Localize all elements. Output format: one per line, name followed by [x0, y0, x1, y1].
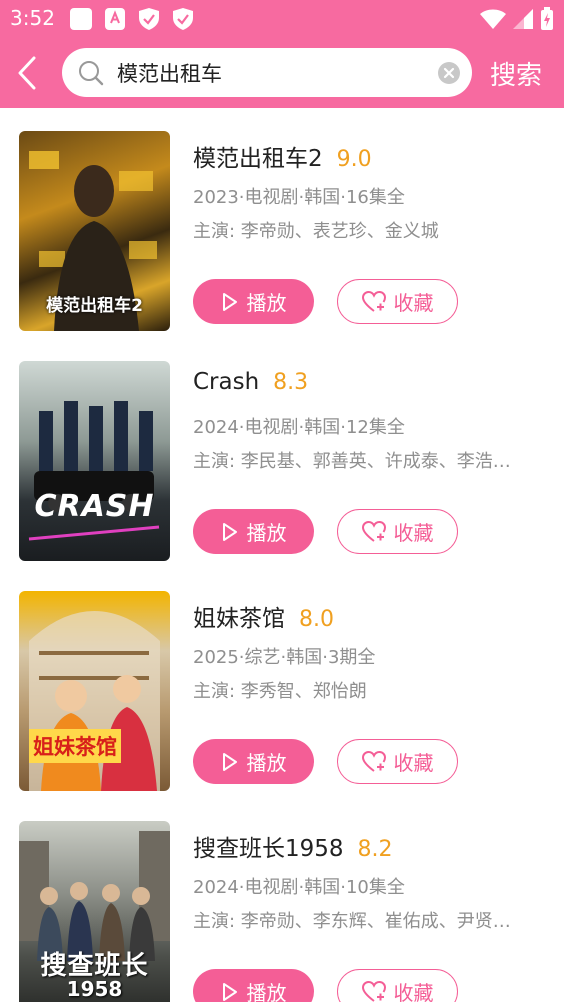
notification-icon: [70, 8, 92, 30]
item-cast: 主演: 李秀智、郑怡朗: [193, 681, 367, 702]
favorite-label: 收藏: [393, 981, 434, 1002]
header-bar: 3:52 模范出租车 搜索: [0, 0, 564, 108]
status-time: 3:52: [10, 6, 55, 30]
play-label: 播放: [246, 981, 287, 1002]
search-input[interactable]: [117, 48, 417, 97]
item-title[interactable]: 搜查班长1958: [193, 829, 344, 863]
item-title[interactable]: 姐妹茶馆: [193, 599, 285, 633]
poster-image[interactable]: 模范出租车2: [19, 131, 170, 331]
signal-icon: [513, 9, 533, 29]
list-item[interactable]: 搜查班长 1958 搜查班长1958 8.2 2024·电视剧·韩国·10集全 …: [0, 821, 564, 1002]
item-title[interactable]: Crash: [193, 369, 259, 395]
item-meta: 2025·综艺·韩国·3期全: [193, 647, 376, 668]
item-cast: 主演: 李民基、郭善英、许成泰、李浩…: [193, 451, 511, 472]
app-notification-icon: [105, 8, 125, 30]
favorite-button[interactable]: 收藏: [337, 279, 458, 324]
poster-image[interactable]: CRASH: [19, 361, 170, 561]
status-bar: 3:52: [0, 0, 564, 38]
battery-icon: [541, 7, 553, 30]
title-row: 搜查班长1958 8.2: [193, 829, 393, 863]
list-item[interactable]: 模范出租车2 模范出租车2 9.0 2023·电视剧·韩国·16集全 主演: 李…: [0, 131, 564, 331]
favorite-button[interactable]: 收藏: [337, 969, 458, 1002]
heart-add-icon: [361, 290, 386, 312]
list-item[interactable]: 姐妹茶馆 姐妹茶馆 8.0 2025·综艺·韩国·3期全 主演: 李秀智、郑怡朗…: [0, 591, 564, 791]
play-label: 播放: [246, 751, 287, 775]
play-icon: [222, 522, 237, 541]
poster-title: 姐妹茶馆: [29, 729, 121, 763]
play-icon: [222, 292, 237, 311]
item-cast: 主演: 李帝勋、表艺珍、金义城: [193, 221, 439, 242]
shield-icon: [173, 8, 193, 30]
item-score: 9.0: [336, 147, 372, 172]
item-meta: 2024·电视剧·韩国·10集全: [193, 877, 405, 898]
title-row: 姐妹茶馆 8.0: [193, 599, 334, 633]
play-label: 播放: [246, 291, 287, 315]
play-button[interactable]: 播放: [193, 509, 314, 554]
poster-title: 模范出租车2: [46, 296, 143, 316]
search-button[interactable]: 搜索: [490, 55, 542, 92]
item-cast: 主演: 李帝勋、李东辉、崔佑成、尹贤…: [193, 911, 511, 932]
favorite-label: 收藏: [393, 751, 434, 775]
title-row: Crash 8.3: [193, 369, 308, 395]
title-row: 模范出租车2 9.0: [193, 139, 372, 173]
favorite-button[interactable]: 收藏: [337, 739, 458, 784]
heart-add-icon: [361, 980, 386, 1002]
search-icon: [79, 61, 104, 86]
list-item[interactable]: CRASH Crash 8.3 2024·电视剧·韩国·12集全 主演: 李民基…: [0, 361, 564, 561]
item-score: 8.2: [357, 837, 393, 862]
search-box[interactable]: [62, 48, 472, 97]
shield-icon: [139, 8, 159, 30]
play-icon: [222, 752, 237, 771]
favorite-label: 收藏: [393, 521, 434, 545]
poster-art: [28, 401, 160, 541]
poster-image[interactable]: 搜查班长 1958: [19, 821, 170, 1002]
item-score: 8.0: [299, 607, 334, 632]
play-button[interactable]: 播放: [193, 969, 314, 1002]
poster-image[interactable]: 姐妹茶馆: [19, 591, 170, 791]
item-meta: 2024·电视剧·韩国·12集全: [193, 417, 405, 438]
wifi-icon: [480, 9, 506, 29]
back-button[interactable]: [14, 56, 40, 90]
item-title[interactable]: 模范出租车2: [193, 139, 323, 173]
poster-title: CRASH: [34, 489, 155, 524]
item-meta: 2023·电视剧·韩国·16集全: [193, 187, 405, 208]
favorite-button[interactable]: 收藏: [337, 509, 458, 554]
poster-subtitle: 1958: [66, 977, 123, 1001]
clear-icon[interactable]: [438, 62, 460, 84]
heart-add-icon: [361, 750, 386, 772]
favorite-label: 收藏: [393, 291, 434, 315]
play-icon: [222, 982, 237, 1001]
play-button[interactable]: 播放: [193, 739, 314, 784]
play-button[interactable]: 播放: [193, 279, 314, 324]
play-label: 播放: [246, 521, 287, 545]
item-score: 8.3: [273, 370, 309, 395]
heart-add-icon: [361, 520, 386, 542]
